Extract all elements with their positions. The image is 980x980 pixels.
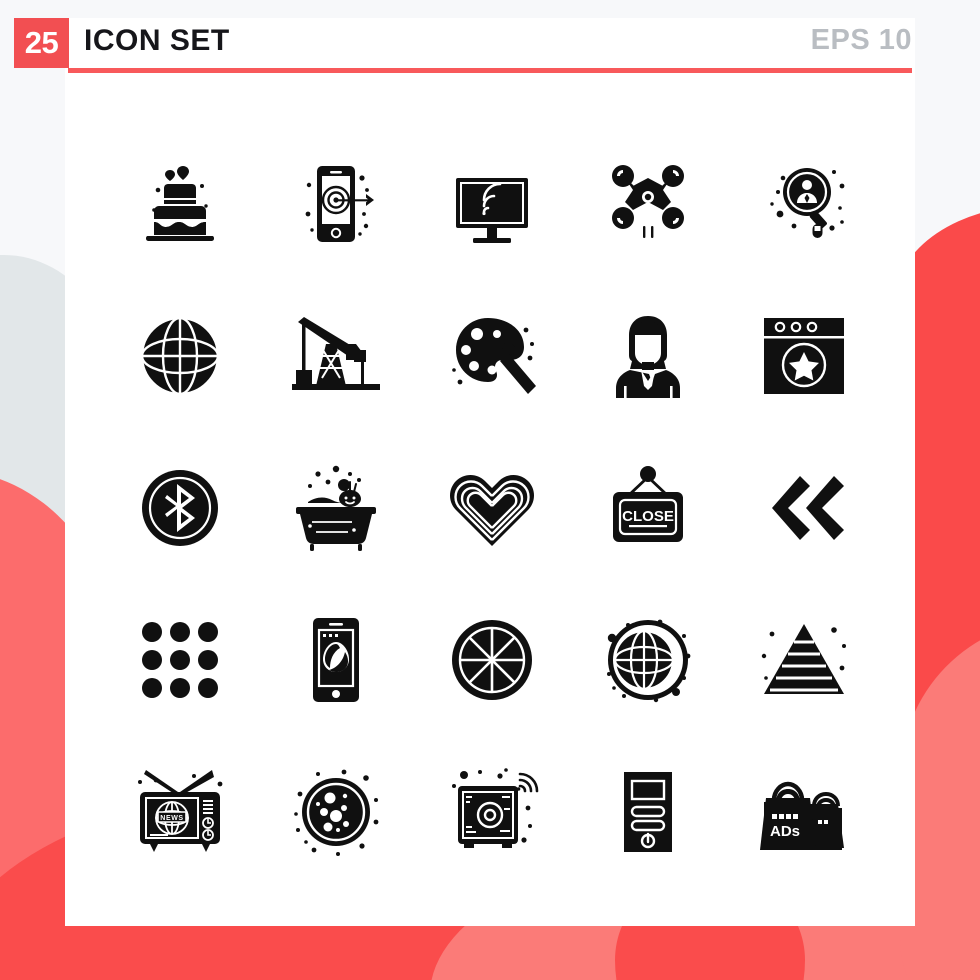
icon-cell-wedding-cake[interactable] [102, 128, 258, 280]
icon-cell-mobile-target[interactable] [258, 128, 414, 280]
icon-cell-globe-grid[interactable] [102, 280, 258, 432]
ads-shopping-bags-icon: ADs [760, 781, 844, 850]
ads-bag-text: ADs [770, 823, 800, 840]
oil-pump-icon [292, 317, 380, 390]
icon-cell-ads-shopping-bags[interactable]: ADs [726, 736, 882, 888]
woman-avatar-icon [616, 316, 680, 398]
icon-cell-monitor-wifi[interactable] [414, 128, 570, 280]
icon-grid: CLOSE NEWS ADs [102, 128, 882, 888]
header-divider [68, 68, 912, 73]
icon-cell-woman-avatar[interactable] [570, 280, 726, 432]
dot-grid-menu-icon [142, 622, 218, 698]
icon-cell-striped-heart[interactable] [414, 432, 570, 584]
wedding-cake-icon [146, 166, 214, 241]
bluetooth-icon [142, 470, 218, 546]
icon-cell-news-tv[interactable]: NEWS [102, 736, 258, 888]
browser-star-icon [764, 318, 844, 394]
icon-cell-layered-pyramid[interactable] [726, 584, 882, 736]
icon-cell-browser-star[interactable] [726, 280, 882, 432]
news-tv-text: NEWS [160, 815, 183, 822]
news-tv-icon: NEWS [138, 770, 223, 852]
globe-orbit-icon [607, 619, 691, 703]
icon-cell-close-sign[interactable]: CLOSE [570, 432, 726, 584]
smart-safe-icon [452, 768, 539, 848]
close-sign-icon: CLOSE [613, 466, 683, 542]
mobile-target-icon [305, 166, 374, 242]
close-sign-text: CLOSE [622, 508, 674, 525]
double-chevron-left-icon [772, 476, 844, 540]
globe-grid-icon [140, 316, 220, 396]
icon-cell-double-chevron-left[interactable] [726, 432, 882, 584]
paint-palette-icon [452, 318, 536, 394]
page-title: ICON SET [84, 24, 230, 57]
icon-cell-computer-tower[interactable] [570, 736, 726, 888]
icon-cell-oil-pump[interactable] [258, 280, 414, 432]
icon-cell-dot-grid-menu[interactable] [102, 584, 258, 736]
striped-heart-icon [450, 475, 534, 546]
icon-cell-globe-orbit[interactable] [570, 584, 726, 736]
drone-icon [612, 165, 684, 238]
search-person-icon [770, 168, 845, 238]
mobile-egg-icon [313, 618, 359, 702]
baby-bathtub-icon [296, 465, 376, 551]
icon-cell-search-person[interactable] [726, 128, 882, 280]
poster-header: 25 ICON SET EPS 10 [0, 0, 980, 78]
icon-cell-bluetooth[interactable] [102, 432, 258, 584]
citrus-slice-icon [452, 620, 532, 700]
computer-tower-icon [624, 772, 672, 852]
icon-cell-smart-safe[interactable] [414, 736, 570, 888]
icon-cell-cookie[interactable] [258, 736, 414, 888]
monitor-wifi-icon [456, 178, 528, 243]
icon-count-badge: 25 [14, 18, 69, 68]
icon-cell-mobile-egg[interactable] [258, 584, 414, 736]
layered-pyramid-icon [761, 624, 846, 694]
icon-set-poster: 25 ICON SET EPS 10 CLOSE NEWS ADs [0, 0, 980, 980]
icon-cell-paint-palette[interactable] [414, 280, 570, 432]
cookie-icon [294, 769, 379, 856]
format-label: EPS 10 [810, 24, 912, 56]
icon-cell-drone[interactable] [570, 128, 726, 280]
icon-cell-baby-bathtub[interactable] [258, 432, 414, 584]
icon-cell-citrus-slice[interactable] [414, 584, 570, 736]
